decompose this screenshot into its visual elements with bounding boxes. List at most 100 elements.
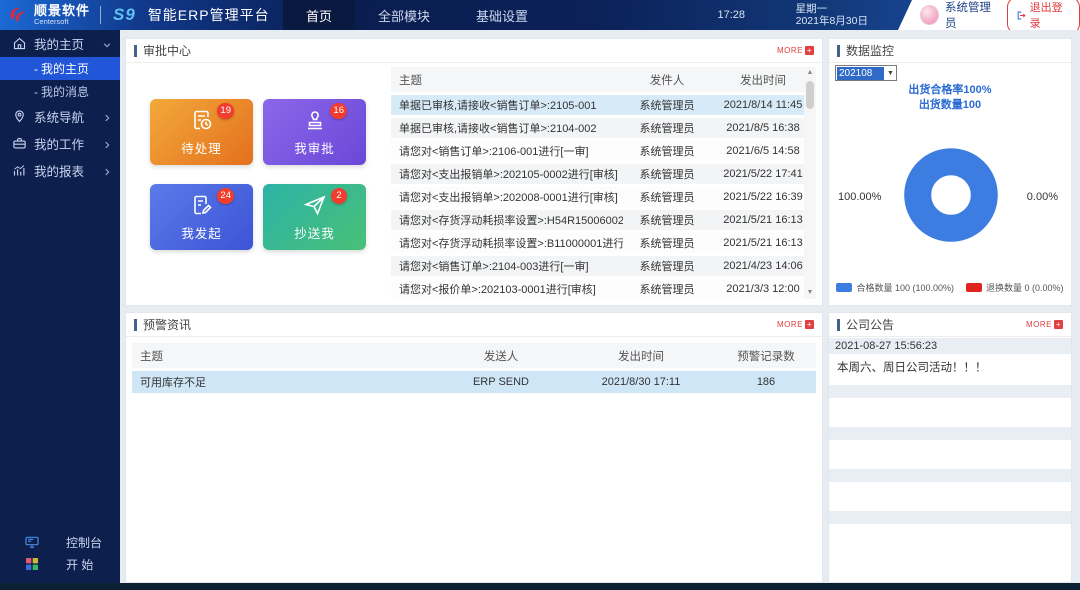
sidebar-subitem-my-messages[interactable]: 我的消息 xyxy=(0,80,120,103)
stamp-icon xyxy=(303,108,327,135)
announcement-empty-body xyxy=(829,440,1071,469)
scrollbar-thumb[interactable] xyxy=(806,81,814,109)
approval-card-my-approvals[interactable]: 我审批16 xyxy=(263,99,366,165)
card-label: 我审批 xyxy=(294,138,335,157)
approval-row[interactable]: 请您对<销售订单>:2106-001进行[一审]系统管理员2021/6/5 14… xyxy=(391,141,815,161)
panel-accent xyxy=(134,45,137,57)
announcement-empty-slot xyxy=(829,385,1071,398)
nav-tab-all-modules[interactable]: 全部模块 xyxy=(355,0,453,30)
approval-subject: 单据已审核,请接收<销售订单>:2104-002 xyxy=(391,120,623,136)
data-monitor-panel: 数据监控 202108 ▼ 出货合格率100% 出货数量100 100.00% … xyxy=(828,38,1072,306)
column-header: 发出时间 xyxy=(566,348,716,364)
approval-row[interactable]: 单据已审核,请接收<销售订单>:2104-002系统管理员2021/8/5 16… xyxy=(391,118,815,138)
card-count-badge: 24 xyxy=(217,188,234,204)
date-label: 2021年8月30日 xyxy=(796,15,868,27)
announcement-empty-body xyxy=(829,398,1071,427)
navigation-icon xyxy=(12,109,27,124)
approval-more-button[interactable]: MORE + xyxy=(777,46,814,55)
column-header: 发出时间 xyxy=(711,72,815,88)
approval-subject: 请您对<存货浮动耗损率设置>:B11000001进行[审核] xyxy=(391,235,623,251)
alert-row[interactable]: 可用库存不足ERP SEND2021/8/30 17:11186 xyxy=(132,371,816,393)
sidebar-start-button[interactable]: 开 始 xyxy=(0,553,120,575)
donut-chart xyxy=(897,141,1005,249)
alert-subject: 可用库存不足 xyxy=(132,374,436,390)
approval-row[interactable]: 请您对<报价单>:202103-0001进行[审核]系统管理员2021/3/3 … xyxy=(391,279,815,299)
card-label: 待处理 xyxy=(181,138,222,157)
announcements-panel: 公司公告 MORE + 2021-08-27 15:56:23本周六、周日公司活… xyxy=(828,312,1072,583)
more-label: MORE xyxy=(777,320,803,329)
approval-row[interactable]: 请您对<存货浮动耗损率设置>:H54R15006002进行[审核]系统管理员20… xyxy=(391,210,815,230)
approval-row[interactable]: 请您对<销售订单>:2104-003进行[一审]系统管理员2021/4/23 1… xyxy=(391,256,815,276)
avatar[interactable] xyxy=(920,5,939,25)
alerts-more-button[interactable]: MORE + xyxy=(777,320,814,329)
approval-subject: 请您对<支出报销单>:202105-0002进行[审核] xyxy=(391,166,623,182)
approval-row[interactable]: 请您对<存货浮动耗损率设置>:B11000001进行[审核]系统管理员2021/… xyxy=(391,233,815,253)
approval-time: 2021/6/5 14:58 xyxy=(711,145,815,157)
sidebar-console-label: 控制台 xyxy=(66,534,102,551)
approval-card-pending[interactable]: 待处理19 xyxy=(150,99,253,165)
approval-time: 2021/5/21 16:13 xyxy=(711,214,815,226)
approval-subject: 单据已审核,请接收<销售订单>:2105-001 xyxy=(391,97,623,113)
approval-card-my-initiated[interactable]: 我发起 24 xyxy=(150,184,253,250)
sidebar-item-system-nav[interactable]: 系统导航 xyxy=(0,103,120,130)
chevron-right-icon xyxy=(102,139,112,149)
panel-accent xyxy=(134,319,137,331)
alert-sender: ERP SEND xyxy=(436,376,566,388)
approval-center-panel: 审批中心 MORE + 待处理19我审批16我发起24抄送我2 主题发件人发出时… xyxy=(125,38,823,306)
brand-divider xyxy=(100,6,101,24)
sidebar-item-label: 我的报表 xyxy=(34,161,95,180)
logout-label: 退出登录 xyxy=(1030,0,1071,31)
card-count-badge: 2 xyxy=(331,188,347,204)
donut-left-label: 100.00% xyxy=(838,191,881,203)
brand-subtitle: Centersoft xyxy=(34,18,90,26)
approval-row[interactable]: 单据已审核,请接收<销售订单>:2105-001系统管理员2021/8/14 1… xyxy=(391,95,815,115)
announcement-datetime[interactable]: 2021-08-27 15:56:23 xyxy=(829,338,1071,354)
approval-time: 2021/8/14 11:45 xyxy=(711,99,815,111)
alert-count: 186 xyxy=(716,376,816,388)
sidebar-item-my-reports[interactable]: 我的报表 xyxy=(0,157,120,184)
approval-row[interactable]: 请您对<支出报销单>:202008-0001进行[审核]系统管理员2021/5/… xyxy=(391,187,815,207)
approval-subject: 请您对<销售订单>:2104-003进行[一审] xyxy=(391,258,623,274)
briefcase-icon xyxy=(12,136,27,151)
nav-tab-home[interactable]: 首页 xyxy=(283,0,355,30)
approval-time: 2021/5/22 17:41 xyxy=(711,168,815,180)
logout-button[interactable]: 退出登录 xyxy=(1007,0,1080,34)
approval-sender: 系统管理员 xyxy=(623,166,711,182)
card-label: 我发起 xyxy=(181,223,222,242)
approval-table-scrollbar[interactable]: ▲ ▼ xyxy=(804,67,816,299)
alert-time: 2021/8/30 17:11 xyxy=(566,376,716,388)
sidebar-console-button[interactable]: 控制台 xyxy=(0,531,120,553)
approval-row[interactable]: 请您对<支出报销单>:202105-0002进行[审核]系统管理员2021/5/… xyxy=(391,164,815,184)
sidebar: 我的主页我的主页我的消息系统导航我的工作我的报表 控制台开 始 xyxy=(0,30,120,583)
approval-sender: 系统管理员 xyxy=(623,235,711,251)
announcement-empty-slot xyxy=(829,469,1071,482)
main-nav: 首页全部模块基础设置 xyxy=(283,0,551,30)
alerts-panel-title: 预警资讯 xyxy=(143,316,191,333)
approval-card-cc-me[interactable]: 抄送我 2 xyxy=(263,184,366,250)
chart-legend: 合格数量 100 (100.00%)退换数量 0 (0.00%) xyxy=(829,281,1071,294)
approval-panel-title: 审批中心 xyxy=(143,42,191,59)
approval-sender: 系统管理员 xyxy=(623,281,711,297)
approval-subject: 请您对<存货浮动耗损率设置>:H54R15006002进行[审核] xyxy=(391,212,623,228)
sidebar-item-my-work[interactable]: 我的工作 xyxy=(0,130,120,157)
nav-tab-base-settings[interactable]: 基础设置 xyxy=(453,0,551,30)
legend-label: 退换数量 0 (0.00%) xyxy=(986,281,1064,294)
sidebar-item-label: 系统导航 xyxy=(34,107,95,126)
sidebar-subitem-my-home-page[interactable]: 我的主页 xyxy=(0,57,120,80)
brand: 顺景软件 Centersoft S9 智能ERP管理平台 xyxy=(5,0,270,30)
column-header: 预警记录数 xyxy=(716,348,816,364)
scroll-up-icon[interactable]: ▲ xyxy=(807,67,814,79)
approval-sender: 系统管理员 xyxy=(623,97,711,113)
approval-cards: 待处理19我审批16 我发起 24 抄送我 2 xyxy=(150,99,366,250)
paper-plane-icon xyxy=(303,193,327,220)
card-label: 抄送我 xyxy=(294,223,335,242)
column-header: 发件人 xyxy=(623,72,711,88)
start-icon xyxy=(24,556,40,572)
panel-accent xyxy=(837,45,840,57)
sidebar-item-my-home[interactable]: 我的主页 xyxy=(0,30,120,57)
period-selected-value: 202108 xyxy=(837,67,884,80)
announce-more-button[interactable]: MORE + xyxy=(1026,320,1063,329)
period-select[interactable]: 202108 ▼ xyxy=(835,65,897,81)
report-icon xyxy=(12,163,27,178)
scroll-down-icon[interactable]: ▼ xyxy=(807,287,814,299)
